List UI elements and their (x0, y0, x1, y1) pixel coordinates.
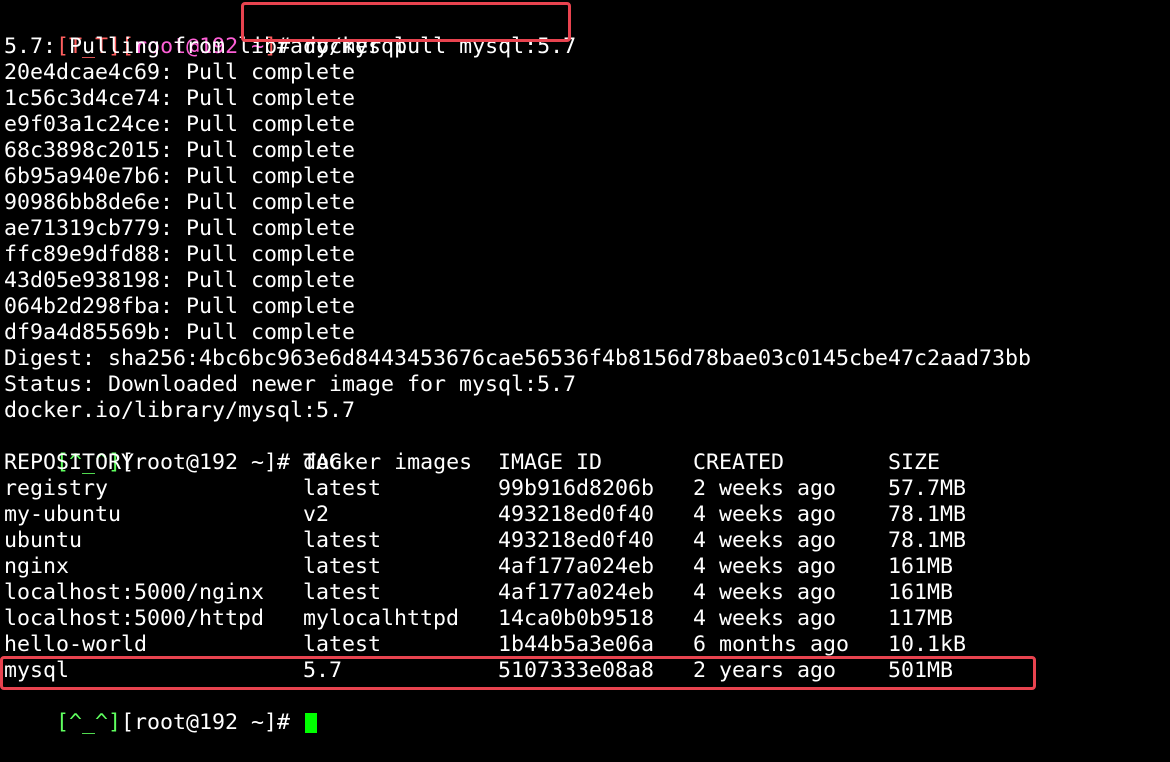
terminal-window[interactable]: [T_T][root@192 ~]# docker pull mysql:5.7… (4, 8, 1170, 735)
created-cell: 2 weeks ago (693, 476, 837, 501)
tag-cell: latest (303, 476, 382, 501)
image-id-cell: 493218ed0f40 (498, 528, 655, 553)
image-id-cell: 493218ed0f40 (498, 502, 655, 527)
tag-cell: mylocalhttpd (303, 606, 460, 631)
repository-cell: ubuntu (4, 528, 83, 553)
pull-output-line: e9f03a1c24ce: Pull complete (4, 112, 356, 137)
table-row: localhost:5000/nginx latest 4af177a024eb 4 … (4, 580, 1170, 606)
table-row: registry latest 99b916d8206b 2 weeks ago 57.… (4, 476, 1170, 502)
size-cell: 78.1MB (888, 502, 967, 527)
image-id-cell: 1b44b5a3e06a (498, 632, 655, 657)
header-image-id: IMAGE ID (498, 450, 603, 475)
pull-output-line: Digest: sha256:4bc6bc963e6d8443453676cae… (4, 346, 1032, 371)
pull-output-line: df9a4d85569b: Pull complete (4, 320, 356, 345)
pull-output-line: 68c3898c2015: Pull complete (4, 138, 356, 163)
repository-cell: registry (4, 476, 109, 501)
terminal-cursor[interactable] (305, 713, 318, 733)
created-cell: 4 weeks ago (693, 580, 837, 605)
pull-output-line: 90986bb8de6e: Pull complete (4, 190, 356, 215)
created-cell: 4 weeks ago (693, 554, 837, 579)
table-row: nginx latest 4af177a024eb 4 weeks ago 161MB (4, 554, 1170, 580)
image-id-cell: 4af177a024eb (498, 554, 655, 579)
created-cell: 2 years ago (693, 658, 837, 683)
pull-output-line: 20e4dcae4c69: Pull complete (4, 60, 356, 85)
created-cell: 4 weeks ago (693, 606, 837, 631)
repository-cell: my-ubuntu (4, 502, 122, 527)
header-repository: REPOSITORY (4, 450, 135, 475)
pull-output-line: 6b95a940e7b6: Pull complete (4, 164, 356, 189)
size-cell: 161MB (888, 580, 954, 605)
created-cell: 6 months ago (693, 632, 850, 657)
repository-cell: hello-world (4, 632, 148, 657)
prompt-face-ok: [^_^] (56, 710, 122, 735)
pull-output-line: docker.io/library/mysql:5.7 (4, 398, 356, 423)
table-row: hello-world latest 1b44b5a3e06a 6 months ag… (4, 632, 1170, 658)
tag-cell: latest (303, 580, 382, 605)
header-created: CREATED (693, 450, 785, 475)
image-id-cell: 5107333e08a8 (498, 658, 655, 683)
prompt-line-images: [^_^][root@192 ~]# docker images (4, 424, 1170, 475)
tag-cell: latest (303, 554, 382, 579)
header-tag: TAG (303, 450, 343, 475)
table-row: localhost:5000/httpd mylocalhttpd 14ca0b0b… (4, 606, 1170, 632)
prompt-line-pull: [T_T][root@192 ~]# docker pull mysql:5.7 (4, 8, 1170, 59)
pull-output-line: 064b2d298fba: Pull complete (4, 294, 356, 319)
repository-cell: mysql (4, 658, 70, 683)
tag-cell: v2 (303, 502, 330, 527)
images-table-header: REPOSITORY TAG IMAGE ID CREATED SIZE (4, 450, 1170, 476)
pull-output-line: ae71319cb779: Pull complete (4, 216, 356, 241)
size-cell: 57.7MB (888, 476, 967, 501)
size-cell: 78.1MB (888, 528, 967, 553)
tag-cell: 5.7 (303, 658, 343, 683)
size-cell: 10.1kB (888, 632, 967, 657)
table-row: mysql 5.7 5107333e08a8 2 years ago 501MB (4, 658, 1170, 684)
pull-output-line: Status: Downloaded newer image for mysql… (4, 372, 577, 397)
created-cell: 4 weeks ago (693, 502, 837, 527)
repository-cell: localhost:5000/httpd (4, 606, 265, 631)
pull-output-line: 43d05e938198: Pull complete (4, 268, 356, 293)
table-row: my-ubuntu v2 493218ed0f40 4 weeks ago 78.1MB (4, 502, 1170, 528)
size-cell: 161MB (888, 554, 954, 579)
tag-cell: latest (303, 632, 382, 657)
prompt-line-current: [^_^][root@192 ~]# (4, 684, 1170, 735)
prompt-user-host: [root@192 ~] (121, 710, 278, 735)
prompt-hash: # (277, 710, 304, 735)
image-id-cell: 4af177a024eb (498, 580, 655, 605)
size-cell: 117MB (888, 606, 954, 631)
pull-output-line: ffc89e9dfd88: Pull complete (4, 242, 356, 267)
pull-output-line: 5.7: Pulling from library/mysql (4, 34, 408, 59)
tag-cell: latest (303, 528, 382, 553)
repository-cell: localhost:5000/nginx (4, 580, 265, 605)
size-cell: 501MB (888, 658, 954, 683)
repository-cell: nginx (4, 554, 70, 579)
image-id-cell: 14ca0b0b9518 (498, 606, 655, 631)
table-row: ubuntu latest 493218ed0f40 4 weeks ago 78.1M… (4, 528, 1170, 554)
images-table-body: registry latest 99b916d8206b 2 weeks ago 57.… (4, 476, 1170, 684)
image-id-cell: 99b916d8206b (498, 476, 655, 501)
created-cell: 4 weeks ago (693, 528, 837, 553)
pull-output: 5.7: Pulling from library/mysql 20e4dcae4… (4, 34, 1170, 424)
header-size: SIZE (888, 450, 941, 475)
pull-output-line: 1c56c3d4ce74: Pull complete (4, 86, 356, 111)
